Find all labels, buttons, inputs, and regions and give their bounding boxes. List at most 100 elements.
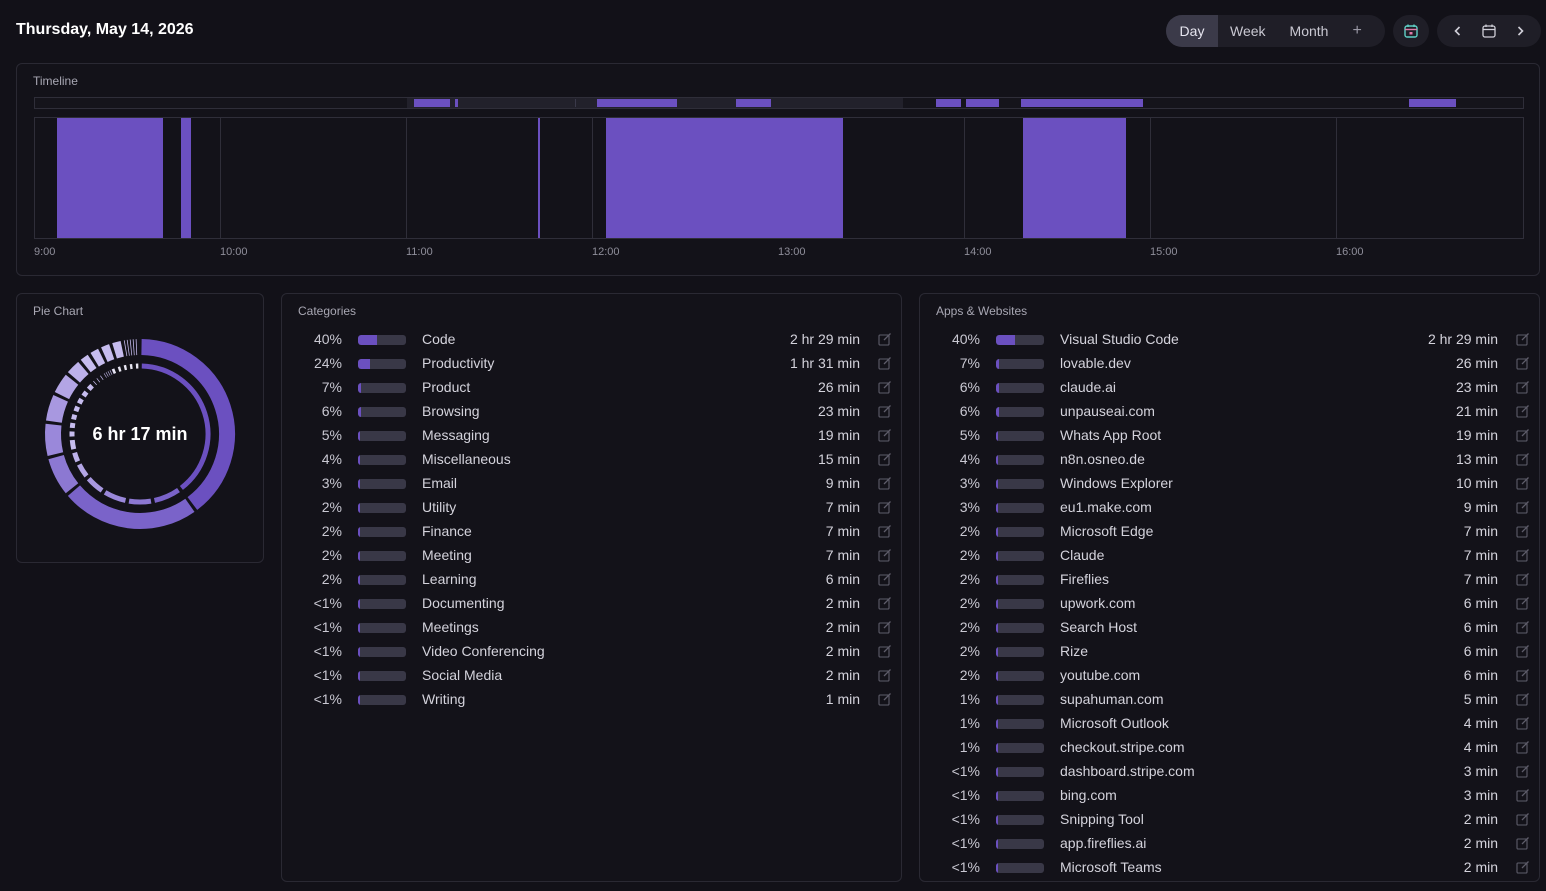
pie-inner-slice[interactable] [77,397,84,405]
pie-inner-slice[interactable] [81,390,89,398]
category-row[interactable]: <1% Social Media 2 min [296,664,896,688]
pie-inner-slice[interactable] [123,364,128,371]
today-button[interactable] [1393,15,1429,47]
tab-month[interactable]: Month [1278,15,1341,47]
tab-week[interactable]: Week [1218,15,1278,47]
date-picker-button[interactable] [1476,18,1502,44]
edit-icon[interactable] [1516,740,1530,754]
pie-inner-slice[interactable] [103,490,127,503]
pie-slice[interactable] [54,374,79,400]
category-row[interactable]: 2% Utility 7 min [296,496,896,520]
app-row[interactable]: 2% Claude 7 min [934,544,1534,568]
edit-icon[interactable] [1516,548,1530,562]
app-row[interactable]: 3% eu1.make.com 9 min [934,496,1534,520]
edit-icon[interactable] [878,692,892,706]
edit-icon[interactable] [878,428,892,442]
app-row[interactable]: <1% dashboard.stripe.com 3 min [934,760,1534,784]
pie-inner-slice[interactable] [73,405,81,413]
app-row[interactable]: 2% Fireflies 7 min [934,568,1534,592]
category-row[interactable]: 6% Browsing 23 min [296,400,896,424]
edit-icon[interactable] [878,644,892,658]
edit-icon[interactable] [1516,452,1530,466]
app-row[interactable]: 4% n8n.osneo.de 13 min [934,448,1534,472]
category-row[interactable]: 2% Finance 7 min [296,520,896,544]
category-row[interactable]: <1% Video Conferencing 2 min [296,640,896,664]
category-row[interactable]: 4% Miscellaneous 15 min [296,448,896,472]
edit-icon[interactable] [878,572,892,586]
app-row[interactable]: 6% unpauseai.com 21 min [934,400,1534,424]
activity-block[interactable] [1023,118,1126,238]
category-row[interactable]: <1% Writing 1 min [296,688,896,712]
pie-slice[interactable] [112,341,124,359]
edit-icon[interactable] [1516,596,1530,610]
app-row[interactable]: 1% supahuman.com 5 min [934,688,1534,712]
edit-icon[interactable] [1516,836,1530,850]
edit-icon[interactable] [1516,356,1530,370]
previous-day-button[interactable] [1445,18,1471,44]
edit-icon[interactable] [1516,644,1530,658]
category-row[interactable]: 40% Code 2 hr 29 min [296,328,896,352]
edit-icon[interactable] [1516,332,1530,346]
category-row[interactable]: 2% Learning 6 min [296,568,896,592]
next-day-button[interactable] [1507,18,1533,44]
edit-icon[interactable] [878,356,892,370]
edit-icon[interactable] [1516,668,1530,682]
category-row[interactable]: 24% Productivity 1 hr 31 min [296,352,896,376]
app-row[interactable]: <1% app.fireflies.ai 2 min [934,832,1534,856]
edit-icon[interactable] [1516,788,1530,802]
add-range-button[interactable]: + [1340,15,1375,47]
edit-icon[interactable] [878,596,892,610]
edit-icon[interactable] [1516,524,1530,538]
pie-inner-slice[interactable] [128,498,152,505]
edit-icon[interactable] [878,668,892,682]
edit-icon[interactable] [878,332,892,346]
edit-icon[interactable] [878,524,892,538]
edit-icon[interactable] [878,476,892,490]
edit-icon[interactable] [878,380,892,394]
app-row[interactable]: <1% Snipping Tool 2 min [934,808,1534,832]
edit-icon[interactable] [1516,380,1530,394]
pie-slice[interactable] [67,361,89,383]
category-row[interactable]: <1% Documenting 2 min [296,592,896,616]
app-row[interactable]: 2% Search Host 6 min [934,616,1534,640]
pie-slice[interactable] [101,344,115,362]
edit-icon[interactable] [878,620,892,634]
category-row[interactable]: 2% Meeting 7 min [296,544,896,568]
activity-block[interactable] [57,118,163,238]
edit-icon[interactable] [1516,500,1530,514]
edit-icon[interactable] [1516,764,1530,778]
category-row[interactable]: <1% Meetings 2 min [296,616,896,640]
pie-inner-slice[interactable] [77,463,89,478]
app-row[interactable]: 2% youtube.com 6 min [934,664,1534,688]
edit-icon[interactable] [878,500,892,514]
app-row[interactable]: 2% Rize 6 min [934,640,1534,664]
activity-block[interactable] [181,118,191,238]
pie-slice[interactable] [45,395,69,423]
pie-inner-slice[interactable] [117,366,122,372]
app-row[interactable]: <1% Microsoft Teams 2 min [934,856,1534,880]
edit-icon[interactable] [1516,716,1530,730]
tab-day[interactable]: Day [1166,15,1218,47]
edit-icon[interactable] [1516,476,1530,490]
edit-icon[interactable] [878,452,892,466]
app-row[interactable]: 1% Microsoft Outlook 4 min [934,712,1534,736]
edit-icon[interactable] [1516,572,1530,586]
app-row[interactable]: 2% Microsoft Edge 7 min [934,520,1534,544]
app-row[interactable]: 2% upwork.com 6 min [934,592,1534,616]
pie-slice[interactable] [48,454,79,494]
pie-inner-slice[interactable] [71,413,78,421]
edit-icon[interactable] [1516,860,1530,874]
category-row[interactable]: 7% Product 26 min [296,376,896,400]
app-row[interactable]: 5% Whats App Root 19 min [934,424,1534,448]
app-row[interactable]: 1% checkout.stripe.com 4 min [934,736,1534,760]
category-row[interactable]: 3% Email 9 min [296,472,896,496]
pie-inner-slice[interactable] [112,368,117,374]
edit-icon[interactable] [1516,692,1530,706]
activity-block[interactable] [606,118,843,238]
pie-slice[interactable] [90,348,106,367]
edit-icon[interactable] [1516,812,1530,826]
edit-icon[interactable] [878,404,892,418]
app-row[interactable]: 40% Visual Studio Code 2 hr 29 min [934,328,1534,352]
edit-icon[interactable] [878,548,892,562]
category-row[interactable]: 5% Messaging 19 min [296,424,896,448]
